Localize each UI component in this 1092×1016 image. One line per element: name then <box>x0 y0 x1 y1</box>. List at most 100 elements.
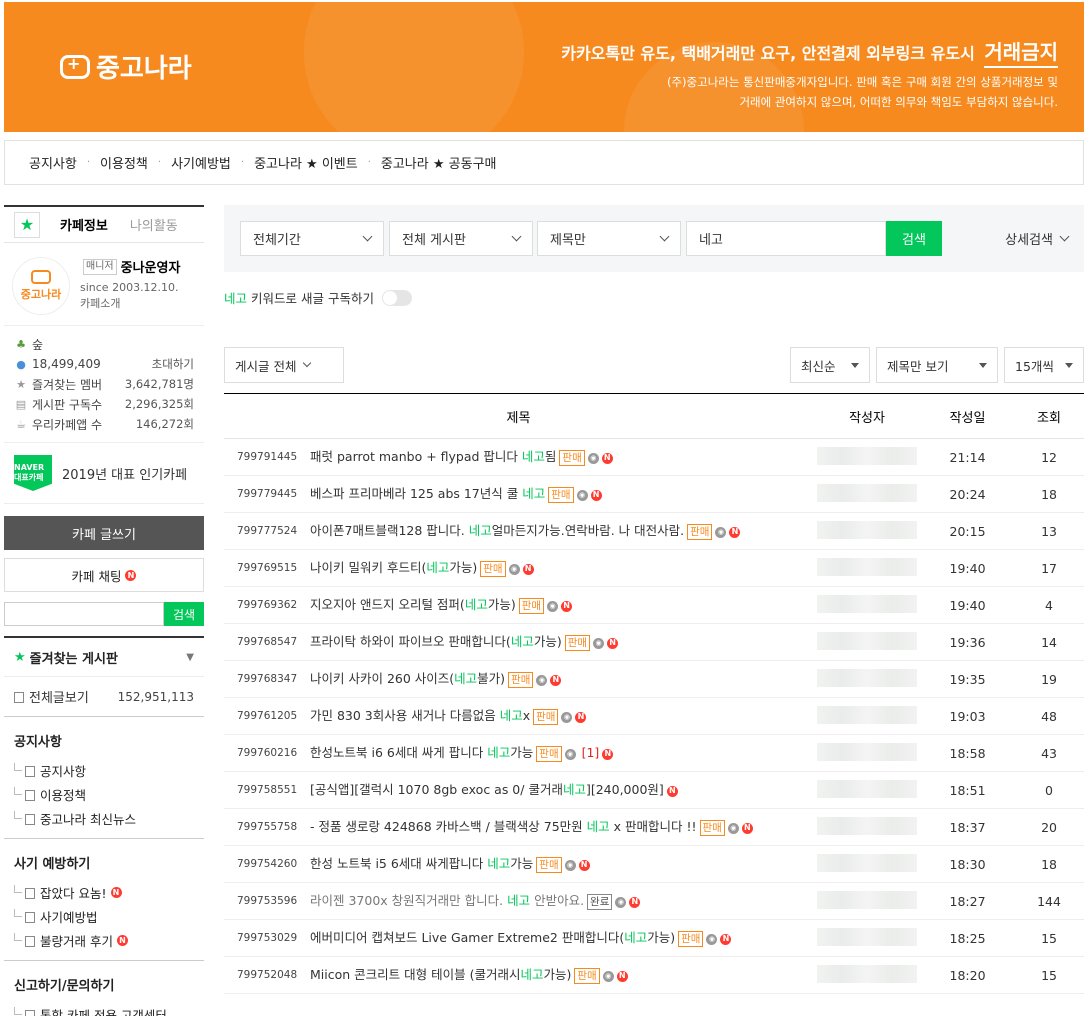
post-id: 799791445 <box>224 438 308 476</box>
favorite-star-icon[interactable]: ★ <box>14 211 40 238</box>
author-blurred[interactable] <box>813 475 922 513</box>
post-title-link[interactable]: 나이키 사카이 260 사이즈(네고불가) 판매 ◉ N <box>308 660 814 698</box>
table-row[interactable]: 799761205 가민 830 3회사용 새거나 다름없음 네고x 판매 ◉ N 19:… <box>224 697 1085 735</box>
notice-line: (주)중고나라는 통신판매중개자입니다. 판매 혹은 구매 회원 간의 상품거래… <box>666 75 1058 89</box>
member-count[interactable]: 18,499,409 <box>32 357 152 371</box>
menu-group-title: 사기 예방하기 <box>4 838 204 880</box>
scope-select[interactable]: 제목만 <box>537 221 681 256</box>
post-title-link[interactable]: 지오지아 앤드지 오리털 점퍼(네고가능) 판매 ◉ N <box>308 586 814 624</box>
award-banner[interactable]: NAVER 대표카페 2019년 대표 인기카페 <box>4 442 204 504</box>
sidebar-search-button[interactable]: 검색 <box>164 602 204 626</box>
table-row[interactable]: 799791445 패럿 parrot manbo + flypad 팝니다 네고… <box>224 438 1085 476</box>
table-row[interactable]: 799777524 아이폰7매트블랙128 팝니다. 네고얼마든지가능.연락바람.… <box>224 512 1085 550</box>
sidebar-search: 검색 <box>4 602 204 626</box>
menu-item[interactable]: 잡았다 요놈! N <box>4 880 204 904</box>
title-text: Miicon 콘크리트 대형 테이블 (쿨거래시 <box>310 967 521 982</box>
table-row[interactable]: 799752048 Miicon 콘크리트 대형 테이블 (쿨거래시네고가능) 판매… <box>224 956 1085 994</box>
table-row[interactable]: 799754260 한성 노트북 i5 6세대 싸게팝니다 네고가능 판매 ◉ N 18:… <box>224 845 1085 883</box>
author-blurred[interactable] <box>813 660 922 698</box>
sort-select[interactable]: 최신순 <box>790 347 870 383</box>
author-blurred[interactable] <box>813 549 922 587</box>
post-title-link[interactable]: 한성 노트북 i5 6세대 싸게팝니다 네고가능 판매 ◉ N <box>308 845 814 883</box>
table-row[interactable]: 799758551 [공식앱][갤럭시 1070 8gb exoc as 0/ 쿨… <box>224 771 1085 809</box>
search-button[interactable]: 검색 <box>886 221 942 256</box>
period-select[interactable]: 전체기간 <box>240 221 384 256</box>
menu-item[interactable]: 사기예방법 <box>4 904 204 928</box>
post-title-link[interactable]: - 정품 생로랑 424868 카바스백 / 블랙색상 75만원 네고 x 판매… <box>308 808 814 846</box>
post-title-link[interactable]: Miicon 콘크리트 대형 테이블 (쿨거래시네고가능) 판매 ◉ N <box>308 956 814 994</box>
sidebar: ★ 카페정보 나의활동 중고나라 매니저 중나운영자 since 2003.12… <box>4 205 204 1016</box>
stat-value: 3,642,781명 <box>124 377 194 391</box>
cafe-thumbnail[interactable]: 중고나라 <box>12 257 70 315</box>
write-post-button[interactable]: 카페 글쓰기 <box>4 516 204 550</box>
table-row[interactable]: 799753596 라이젠 3700x 창원직거래만 합니다. 네고 안받아요. 완… <box>224 882 1085 920</box>
author-blurred[interactable] <box>813 512 922 550</box>
per-page-select[interactable]: 15개씩 <box>1004 347 1084 383</box>
post-title-link[interactable]: 한성노트북 i6 6세대 싸게 팝니다 네고가능 판매 ◉ [1] N <box>308 734 814 772</box>
title-text: 한성 노트북 i5 6세대 싸게팝니다 <box>310 856 488 871</box>
post-title-link[interactable]: 패럿 parrot manbo + flypad 팝니다 네고됨 판매 ◉ N <box>308 438 814 476</box>
post-title-link[interactable]: 아이폰7매트블랙128 팝니다. 네고얼마든지가능.연락바람. 나 대전사람. 판… <box>308 512 814 550</box>
table-row[interactable]: 799768547 프라이탁 하와이 파이브오 판매합니다(네고가능) 판매 ◉ N 19… <box>224 623 1085 661</box>
author-blurred[interactable] <box>813 771 922 809</box>
menu-item[interactable]: 이용정책 <box>4 782 204 806</box>
post-date: 19:35 <box>921 660 1015 698</box>
tab-cafe-info[interactable]: 카페정보 <box>60 215 108 234</box>
menu-item[interactable]: 통합 카페 전용 고객센터 <box>4 1002 204 1016</box>
post-title-link[interactable]: [공식앱][갤럭시 1070 8gb exoc as 0/ 쿨거래네고][240… <box>308 771 814 809</box>
table-row[interactable]: 799768347 나이키 사카이 260 사이즈(네고불가) 판매 ◉ N 19:35 1… <box>224 660 1085 698</box>
toplink-event[interactable]: 중고나라 ★ 이벤트 <box>254 153 358 172</box>
post-title-link[interactable]: 베스파 프리마베라 125 abs 17년식 쿨 네고 판매 ◉ N <box>308 475 814 513</box>
title-keyword-highlight: 네고 <box>468 523 492 538</box>
post-type-select[interactable]: 게시글 전체 <box>224 347 344 383</box>
blurred-author-name <box>817 816 918 835</box>
post-title-link[interactable]: 프라이탁 하와이 파이브오 판매합니다(네고가능) 판매 ◉ N <box>308 623 814 661</box>
author-blurred[interactable] <box>813 586 922 624</box>
toplink-policy[interactable]: 이용정책 <box>100 153 148 172</box>
author-blurred[interactable] <box>813 734 922 772</box>
cafe-chat-button[interactable]: 카페 채팅 N <box>4 558 204 592</box>
menu-item[interactable]: 중고나라 최신뉴스 <box>4 806 204 830</box>
status-badge: 판매 <box>559 450 585 466</box>
keyword-input[interactable]: 네고 <box>686 221 886 256</box>
invite-link[interactable]: 초대하기 <box>152 356 194 372</box>
author-blurred[interactable] <box>813 956 922 994</box>
manager-name[interactable]: 중나운영자 <box>121 257 181 276</box>
author-blurred[interactable] <box>813 919 922 957</box>
table-row[interactable]: 799753029 에버미디어 캡쳐보드 Live Gamer Extreme2 … <box>224 919 1085 957</box>
post-title-link[interactable]: 나이키 밀워키 후드티(네고가능) 판매 ◉ N <box>308 549 814 587</box>
cafe-intro-link[interactable]: 카페소개 <box>80 296 180 312</box>
caret-down-icon[interactable]: ▼ <box>186 652 194 663</box>
toplink-fraud-prevention[interactable]: 사기예방법 <box>171 153 231 172</box>
all-posts-item[interactable]: 전체글보기 152,951,113 <box>4 676 204 716</box>
board-select[interactable]: 전체 게시판 <box>389 221 533 256</box>
table-row[interactable]: 799769362 지오지아 앤드지 오리털 점퍼(네고가능) 판매 ◉ N 19:40 4 <box>224 586 1085 624</box>
author-blurred[interactable] <box>813 697 922 735</box>
menu-item[interactable]: 불량거래 후기 N <box>4 928 204 952</box>
author-blurred[interactable] <box>813 882 922 920</box>
table-row[interactable]: 799760216 한성노트북 i6 6세대 싸게 팝니다 네고가능 판매 ◉ [1]… <box>224 734 1085 772</box>
document-icon <box>14 692 24 703</box>
subscribe-toggle[interactable] <box>381 289 412 306</box>
table-row[interactable]: 799779445 베스파 프리마베라 125 abs 17년식 쿨 네고 판매 ◉ N… <box>224 475 1085 513</box>
table-row[interactable]: 799769515 나이키 밀워키 후드티(네고가능) 판매 ◉ N 19:40 17 <box>224 549 1085 587</box>
tab-my-activity[interactable]: 나의활동 <box>130 215 178 234</box>
site-logo[interactable]: 중고나라 <box>60 48 192 85</box>
post-title-link[interactable]: 라이젠 3700x 창원직거래만 합니다. 네고 안받아요. 완료 ◉ N <box>308 882 814 920</box>
favorite-boards-header[interactable]: ★ 즐겨찾는 게시판 ▼ <box>4 636 204 676</box>
comment-count[interactable]: [1] <box>582 745 600 760</box>
menu-item[interactable]: 공지사항 <box>4 758 204 782</box>
toplink-group-buy[interactable]: 중고나라 ★ 공동구매 <box>381 153 497 172</box>
toplink-notice[interactable]: 공지사항 <box>29 153 77 172</box>
post-title-link[interactable]: 가민 830 3회사용 새거나 다름없음 네고x 판매 ◉ N <box>308 697 814 735</box>
author-blurred[interactable] <box>813 438 922 476</box>
view-mode-select[interactable]: 제목만 보기 <box>876 347 998 383</box>
sidebar-search-input[interactable] <box>4 602 164 626</box>
post-title-link[interactable]: 에버미디어 캡쳐보드 Live Gamer Extreme2 판매합니다(네고가… <box>308 919 814 957</box>
table-row[interactable]: 799755758- 정품 생로랑 424868 카바스백 / 블랙색상 75만… <box>224 808 1085 846</box>
blurred-author-name <box>817 668 918 687</box>
author-blurred[interactable] <box>813 808 922 846</box>
author-blurred[interactable] <box>813 623 922 661</box>
author-blurred[interactable] <box>813 845 922 883</box>
advanced-search-toggle[interactable]: 상세검색 <box>1005 229 1070 248</box>
